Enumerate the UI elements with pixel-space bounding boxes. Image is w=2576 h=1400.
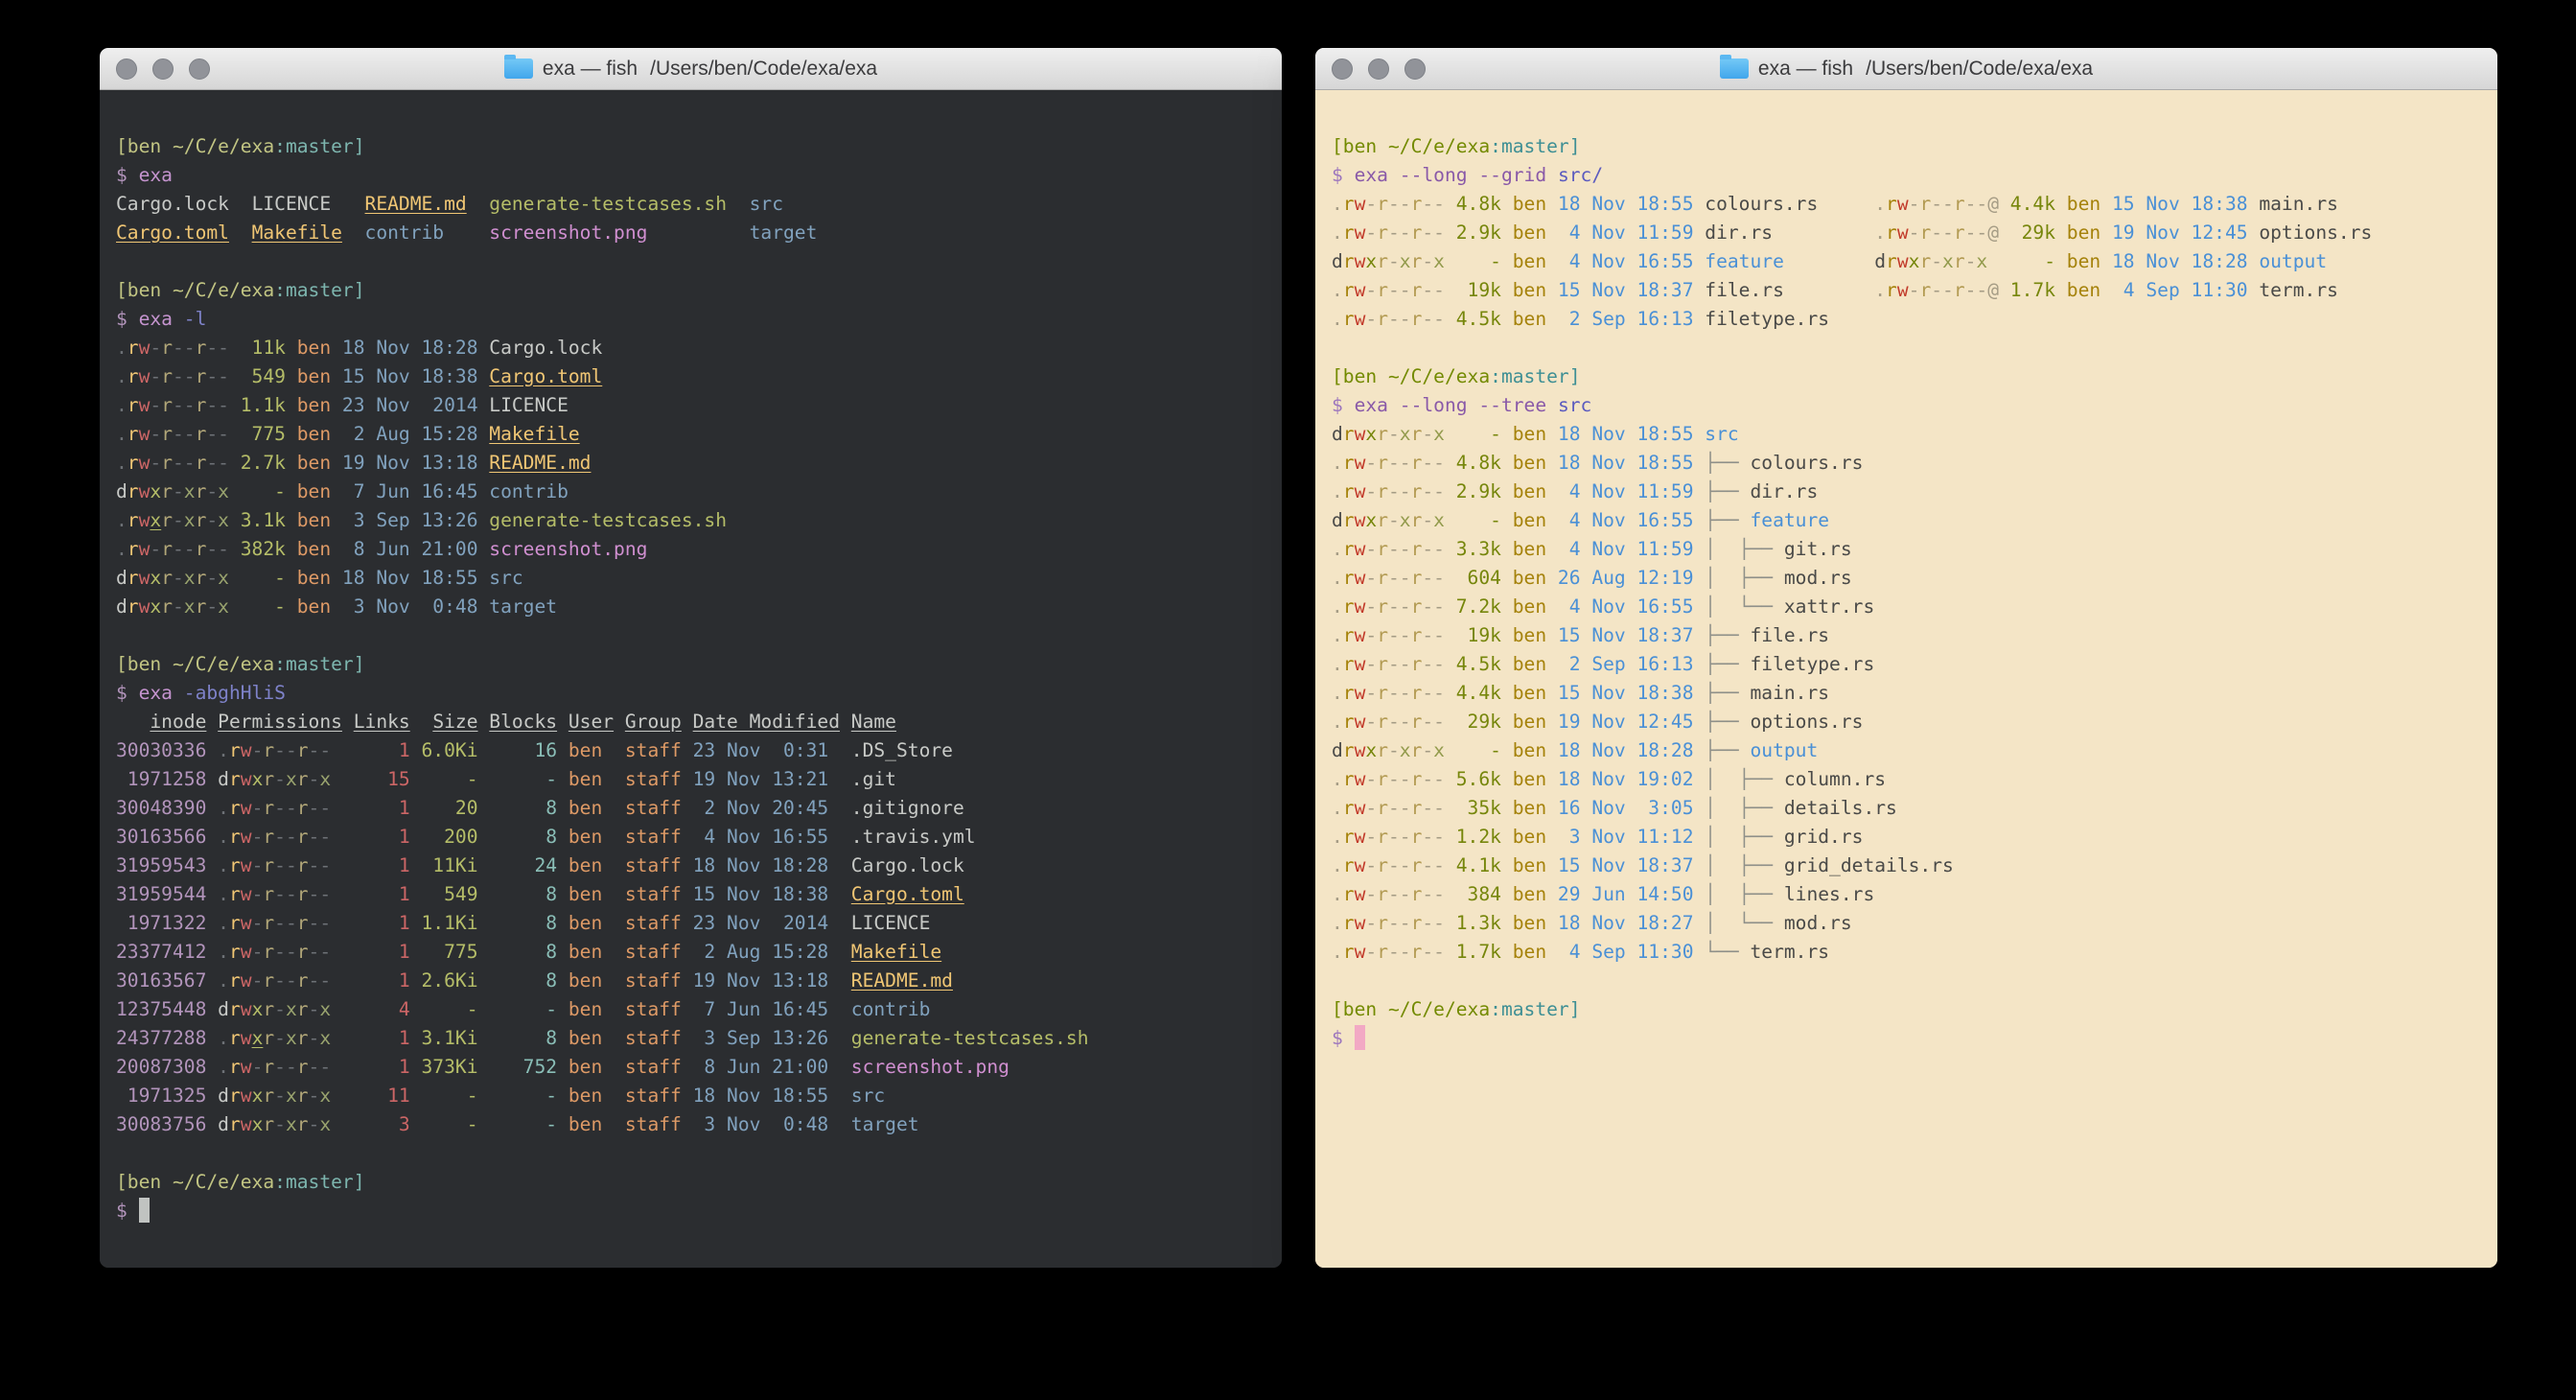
terminal-line: $ exa --long --tree src xyxy=(1332,391,2481,420)
zoom-button[interactable] xyxy=(189,58,210,80)
terminal-line: 24377288 .rwxr-xr-x 1 3.1Ki 8 ben staff … xyxy=(116,1024,1265,1053)
terminal-window-light: exa — fish /Users/ben/Code/exa/exa [ben … xyxy=(1315,48,2497,1268)
terminal-line: $ xyxy=(116,1197,1265,1225)
terminal-line xyxy=(1332,104,2481,132)
terminal-line: $ exa xyxy=(116,161,1265,190)
terminal-line: .rw-r--r-- 3.3k ben 4 Nov 11:59 │ ├── gi… xyxy=(1332,535,2481,564)
terminal-line: .rw-r--r-- 775 ben 2 Aug 15:28 Makefile xyxy=(116,420,1265,449)
window-title-path: /Users/ben/Code/exa/exa xyxy=(650,58,877,81)
terminal-line: 12375448 drwxr-xr-x 4 - - ben staff 7 Ju… xyxy=(116,995,1265,1024)
terminal-line: .rw-r--r-- 29k ben 19 Nov 12:45 ├── opti… xyxy=(1332,708,2481,736)
terminal-line: .rw-r--r-- 4.5k ben 2 Sep 16:13 filetype… xyxy=(1332,305,2481,334)
terminal-line: drwxr-xr-x - ben 3 Nov 0:48 target xyxy=(116,593,1265,621)
terminal-line: 30083756 drwxr-xr-x 3 - - ben staff 3 No… xyxy=(116,1110,1265,1139)
minimize-button[interactable] xyxy=(1368,58,1389,80)
terminal-line: 30030336 .rw-r--r-- 1 6.0Ki 16 ben staff… xyxy=(116,736,1265,765)
terminal-line: .rwxr-xr-x 3.1k ben 3 Sep 13:26 generate… xyxy=(116,506,1265,535)
close-button[interactable] xyxy=(1332,58,1353,80)
terminal-line: [ben ~/C/e/exa:master] xyxy=(116,650,1265,679)
terminal-line: drwxr-xr-x - ben 18 Nov 18:55 src xyxy=(1332,420,2481,449)
terminal-line: drwxr-xr-x - ben 4 Nov 16:55 feature drw… xyxy=(1332,247,2481,276)
terminal-line: .rw-r--r-- 19k ben 15 Nov 18:37 file.rs … xyxy=(1332,276,2481,305)
desktop: exa — fish /Users/ben/Code/exa/exa [ben … xyxy=(0,0,2576,1400)
terminal-line: .rw-r--r-- 4.8k ben 18 Nov 18:55 colours… xyxy=(1332,190,2481,219)
terminal-line: .rw-r--r-- 382k ben 8 Jun 21:00 screensh… xyxy=(116,535,1265,564)
close-button[interactable] xyxy=(116,58,137,80)
cursor xyxy=(139,1198,151,1223)
terminal-line xyxy=(116,621,1265,650)
terminal-line: 23377412 .rw-r--r-- 1 775 8 ben staff 2 … xyxy=(116,938,1265,967)
terminal-line: .rw-r--r-- 4.8k ben 18 Nov 18:55 ├── col… xyxy=(1332,449,2481,478)
terminal-line: 30048390 .rw-r--r-- 1 20 8 ben staff 2 N… xyxy=(116,794,1265,823)
terminal-line: .rw-r--r-- 1.2k ben 3 Nov 11:12 │ ├── gr… xyxy=(1332,823,2481,852)
terminal-line: 1971322 .rw-r--r-- 1 1.1Ki 8 ben staff 2… xyxy=(116,909,1265,938)
terminal-line: .rw-r--r-- 7.2k ben 4 Nov 16:55 │ └── xa… xyxy=(1332,593,2481,621)
terminal-line xyxy=(116,1139,1265,1168)
terminal-line: $ xyxy=(1332,1024,2481,1053)
title-bar[interactable]: exa — fish /Users/ben/Code/exa/exa xyxy=(100,48,1282,90)
terminal-line: [ben ~/C/e/exa:master] xyxy=(1332,362,2481,391)
minimize-button[interactable] xyxy=(152,58,174,80)
window-title-app: exa — fish xyxy=(543,58,638,81)
window-title: exa — fish /Users/ben/Code/exa/exa xyxy=(1720,58,2093,81)
terminal-line: drwxr-xr-x - ben 18 Nov 18:55 src xyxy=(116,564,1265,593)
terminal-line: .rw-r--r-- 384 ben 29 Jun 14:50 │ ├── li… xyxy=(1332,880,2481,909)
terminal-line: [ben ~/C/e/exa:master] xyxy=(116,132,1265,161)
window-title-app: exa — fish xyxy=(1758,58,1853,81)
terminal-line: .rw-r--r-- 11k ben 18 Nov 18:28 Cargo.lo… xyxy=(116,334,1265,362)
terminal-line: 1971325 drwxr-xr-x 11 - - ben staff 18 N… xyxy=(116,1082,1265,1110)
terminal-line: .rw-r--r-- 4.4k ben 15 Nov 18:38 ├── mai… xyxy=(1332,679,2481,708)
terminal-line: [ben ~/C/e/exa:master] xyxy=(1332,132,2481,161)
terminal-line: .rw-r--r-- 2.7k ben 19 Nov 13:18 README.… xyxy=(116,449,1265,478)
terminal-output[interactable]: [ben ~/C/e/exa:master]$ exa --long --gri… xyxy=(1315,90,2497,1268)
terminal-window-dark: exa — fish /Users/ben/Code/exa/exa [ben … xyxy=(100,48,1282,1268)
terminal-line: .rw-r--r-- 4.1k ben 15 Nov 18:37 │ ├── g… xyxy=(1332,852,2481,880)
terminal-line: 31959543 .rw-r--r-- 1 11Ki 24 ben staff … xyxy=(116,852,1265,880)
terminal-line: .rw-r--r-- 2.9k ben 4 Nov 11:59 ├── dir.… xyxy=(1332,478,2481,506)
terminal-line: $ exa -l xyxy=(116,305,1265,334)
zoom-button[interactable] xyxy=(1404,58,1426,80)
terminal-line: .rw-r--r-- 2.9k ben 4 Nov 11:59 dir.rs .… xyxy=(1332,219,2481,247)
window-title: exa — fish /Users/ben/Code/exa/exa xyxy=(504,58,877,81)
terminal-line xyxy=(1332,334,2481,362)
terminal-line: .rw-r--r-- 604 ben 26 Aug 12:19 │ ├── mo… xyxy=(1332,564,2481,593)
terminal-line: drwxr-xr-x - ben 18 Nov 18:28 ├── output xyxy=(1332,736,2481,765)
terminal-line: [ben ~/C/e/exa:master] xyxy=(1332,995,2481,1024)
terminal-line: .rw-r--r-- 35k ben 16 Nov 3:05 │ ├── det… xyxy=(1332,794,2481,823)
title-bar[interactable]: exa — fish /Users/ben/Code/exa/exa xyxy=(1315,48,2497,90)
terminal-line: 31959544 .rw-r--r-- 1 549 8 ben staff 15… xyxy=(116,880,1265,909)
terminal-line: .rw-r--r-- 1.1k ben 23 Nov 2014 LICENCE xyxy=(116,391,1265,420)
cursor xyxy=(1355,1025,1366,1050)
terminal-line xyxy=(1332,967,2481,995)
terminal-line: [ben ~/C/e/exa:master] xyxy=(116,276,1265,305)
terminal-line: [ben ~/C/e/exa:master] xyxy=(116,1168,1265,1197)
terminal-line: 1971258 drwxr-xr-x 15 - - ben staff 19 N… xyxy=(116,765,1265,794)
terminal-line: drwxr-xr-x - ben 7 Jun 16:45 contrib xyxy=(116,478,1265,506)
terminal-line: .rw-r--r-- 1.3k ben 18 Nov 18:27 │ └── m… xyxy=(1332,909,2481,938)
terminal-line: $ exa -abghHliS xyxy=(116,679,1265,708)
folder-icon xyxy=(1720,58,1749,79)
terminal-output[interactable]: [ben ~/C/e/exa:master]$ exaCargo.lock LI… xyxy=(100,90,1282,1268)
terminal-line: .rw-r--r-- 19k ben 15 Nov 18:37 ├── file… xyxy=(1332,621,2481,650)
terminal-line xyxy=(116,247,1265,276)
window-title-path: /Users/ben/Code/exa/exa xyxy=(1866,58,2093,81)
terminal-line: 20087308 .rw-r--r-- 1 373Ki 752 ben staf… xyxy=(116,1053,1265,1082)
terminal-line: $ exa --long --grid src/ xyxy=(1332,161,2481,190)
window-controls xyxy=(116,48,210,89)
terminal-line: 30163566 .rw-r--r-- 1 200 8 ben staff 4 … xyxy=(116,823,1265,852)
window-controls xyxy=(1332,48,1426,89)
terminal-line: 30163567 .rw-r--r-- 1 2.6Ki 8 ben staff … xyxy=(116,967,1265,995)
terminal-line: .rw-r--r-- 5.6k ben 18 Nov 19:02 │ ├── c… xyxy=(1332,765,2481,794)
terminal-line: drwxr-xr-x - ben 4 Nov 16:55 ├── feature xyxy=(1332,506,2481,535)
terminal-line: Cargo.toml Makefile contrib screenshot.p… xyxy=(116,219,1265,247)
terminal-line: .rw-r--r-- 549 ben 15 Nov 18:38 Cargo.to… xyxy=(116,362,1265,391)
terminal-line xyxy=(116,104,1265,132)
folder-icon xyxy=(504,58,533,79)
terminal-line: inode Permissions Links Size Blocks User… xyxy=(116,708,1265,736)
terminal-line: .rw-r--r-- 4.5k ben 2 Sep 16:13 ├── file… xyxy=(1332,650,2481,679)
terminal-line: Cargo.lock LICENCE README.md generate-te… xyxy=(116,190,1265,219)
terminal-line: .rw-r--r-- 1.7k ben 4 Sep 11:30 └── term… xyxy=(1332,938,2481,967)
